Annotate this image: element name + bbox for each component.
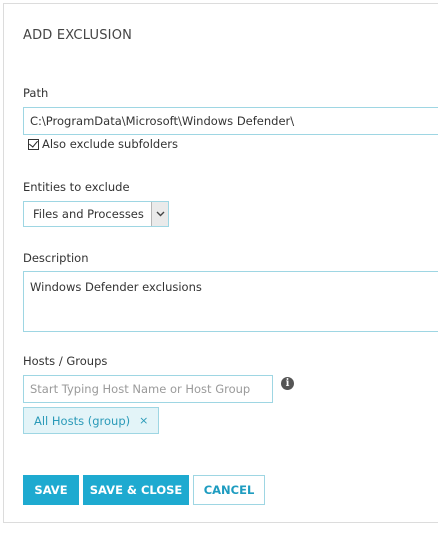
- dialog-title: ADD EXCLUSION: [23, 28, 133, 43]
- hosts-label: Hosts / Groups: [23, 354, 108, 368]
- hosts-placeholder: Start Typing Host Name or Host Group: [30, 382, 251, 396]
- close-icon[interactable]: ×: [139, 414, 148, 427]
- chevron-down-icon[interactable]: [151, 202, 168, 226]
- host-group-tag: All Hosts (group) ×: [23, 407, 160, 434]
- hosts-search-input[interactable]: Start Typing Host Name or Host Group: [23, 375, 273, 403]
- path-label: Path: [23, 86, 49, 100]
- info-icon[interactable]: i: [281, 377, 294, 390]
- subfolders-checkbox[interactable]: [28, 138, 39, 150]
- entities-label: Entities to exclude: [23, 180, 130, 194]
- path-input-value: C:\ProgramData\Microsoft\Windows Defende…: [30, 114, 295, 128]
- description-textarea[interactable]: Windows Defender exclusions: [23, 271, 438, 332]
- description-label: Description: [23, 251, 89, 265]
- save-and-close-button[interactable]: SAVE & CLOSE: [83, 475, 189, 505]
- cancel-button[interactable]: CANCEL: [193, 475, 265, 505]
- subfolders-option[interactable]: Also exclude subfolders: [28, 137, 178, 151]
- entities-selected-value: Files and Processes: [33, 207, 144, 221]
- save-button[interactable]: SAVE: [23, 475, 79, 505]
- path-input[interactable]: C:\ProgramData\Microsoft\Windows Defende…: [23, 107, 438, 135]
- description-value: Windows Defender exclusions: [30, 280, 202, 294]
- subfolders-label: Also exclude subfolders: [42, 137, 179, 151]
- host-group-tag-label: All Hosts (group): [34, 413, 131, 428]
- entities-select[interactable]: Files and Processes: [23, 201, 169, 227]
